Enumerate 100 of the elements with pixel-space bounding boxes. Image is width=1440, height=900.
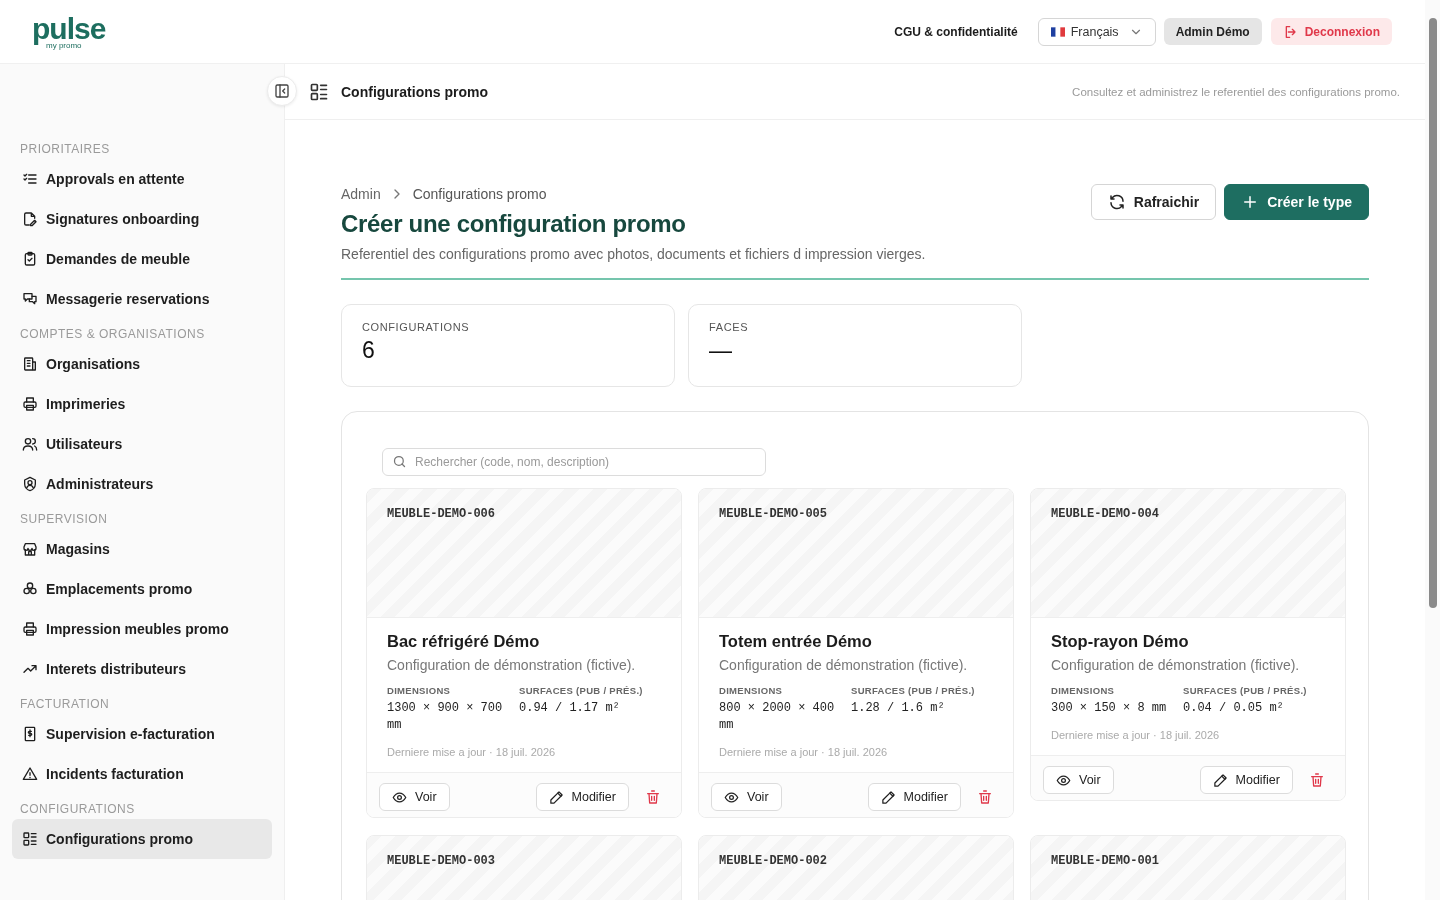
edit-button[interactable]: Modifier <box>535 783 629 811</box>
config-code: MEUBLE-DEMO-001 <box>1051 854 1160 868</box>
terms-link[interactable]: CGU & confidentialité <box>894 24 1018 39</box>
trash-icon <box>977 789 993 805</box>
store-icon <box>22 541 38 557</box>
grid-list-icon <box>309 81 329 102</box>
pencil-icon <box>1212 772 1228 788</box>
grid-list-icon <box>22 831 38 847</box>
clipboard-check-icon <box>22 251 38 267</box>
stat-value: — <box>709 337 733 364</box>
page-hint: Consultez et administrez le referentiel des configurations promo. <box>1072 85 1400 98</box>
spec-value: 800 × 2000 × 400 mm <box>719 700 836 734</box>
edit-button[interactable]: Modifier <box>1199 766 1293 794</box>
card-title: Totem entrée Démo <box>719 632 873 651</box>
sidebar-item[interactable]: Magasins <box>12 529 272 569</box>
updated-date: Derniere mise a jour · 18 juil. 2026 <box>387 746 557 758</box>
card-description: Configuration de démonstration (fictive). <box>1051 657 1301 673</box>
sidebar-item[interactable]: Supervision e-facturation <box>12 714 272 754</box>
sidebar-item[interactable]: Imprimeries <box>12 384 272 424</box>
eye-icon <box>1056 772 1071 788</box>
sidebar-collapse-icon <box>274 83 290 99</box>
view-button[interactable]: Voir <box>711 783 782 811</box>
sidebar-item[interactable]: Impression meubles promo <box>12 609 272 649</box>
card-title: Bac réfrigéré Démo <box>387 632 541 651</box>
card-title: Stop-rayon Démo <box>1051 632 1190 651</box>
sidebar-item[interactable]: Approvals en attente <box>12 159 272 199</box>
sidebar-item[interactable]: Administrateurs <box>12 464 272 504</box>
refresh-icon <box>1107 193 1126 211</box>
spec-value: 0.94 / 1.17 m² <box>519 700 621 717</box>
section-title: COMPTES & ORGANISATIONS <box>19 326 206 343</box>
card-description: Configuration de démonstration (fictive). <box>719 657 969 673</box>
updated-date: Derniere mise a jour · 18 juil. 2026 <box>1051 729 1221 741</box>
sidebar-item[interactable]: Utilisateurs <box>12 424 272 464</box>
sidebar-item[interactable]: Emplacements promo <box>12 569 272 609</box>
language-select[interactable]: Français <box>1037 17 1156 46</box>
sidebar-item[interactable]: Messagerie reservations <box>12 279 272 319</box>
breadcrumb-link[interactable]: Configurations promo <box>412 186 547 202</box>
page-heading: Configurations promo <box>341 83 488 100</box>
printer-icon <box>22 621 38 637</box>
sidebar-item[interactable]: Signatures onboarding <box>12 199 272 239</box>
config-code: MEUBLE-DEMO-004 <box>1051 507 1160 521</box>
spec-value: 0.04 / 0.05 m² <box>1183 700 1285 717</box>
view-button[interactable]: Voir <box>1043 766 1114 794</box>
config-code: MEUBLE-DEMO-006 <box>387 507 496 521</box>
config-code: MEUBLE-DEMO-002 <box>719 854 828 868</box>
sidebar-item[interactable]: Organisations <box>12 344 272 384</box>
logo: pulse my promo <box>32 13 106 50</box>
spec-value: 1300 × 900 × 700 mm <box>387 700 504 734</box>
eye-icon <box>392 789 407 805</box>
trash-icon <box>1309 772 1325 788</box>
spec-label: SURFACES (PUB / PRÉS.) <box>851 685 976 696</box>
card-description: Configuration de démonstration (fictive). <box>387 657 637 673</box>
updated-date: Derniere mise a jour · 18 juil. 2026 <box>719 746 889 758</box>
trash-icon <box>645 789 661 805</box>
building-icon <box>22 356 38 372</box>
page-subtitle: Referentiel des configurations promo avec photos, documents et fichiers d impression vierges. <box>341 246 926 262</box>
document-pen-icon <box>22 211 38 227</box>
spec-label: SURFACES (PUB / PRÉS.) <box>519 685 644 696</box>
spec-value: 300 × 150 × 8 mm <box>1051 700 1168 717</box>
user-button[interactable]: Admin Démo <box>1163 18 1262 45</box>
spec-value: 1.28 / 1.6 m² <box>851 700 946 717</box>
eye-icon <box>724 789 739 805</box>
circles-icon <box>22 581 38 597</box>
spec-label: SURFACES (PUB / PRÉS.) <box>1183 685 1308 696</box>
shield-user-icon <box>22 476 38 492</box>
sidebar-item[interactable]: Interets distributeurs <box>12 649 272 689</box>
warning-icon <box>22 766 38 782</box>
receipt-icon <box>22 726 38 742</box>
refresh-button[interactable]: Rafraichir <box>1090 184 1217 220</box>
users-icon <box>22 436 38 452</box>
config-code: MEUBLE-DEMO-005 <box>719 507 828 521</box>
chat-bubbles-icon <box>22 291 38 307</box>
spec-label: DIMENSIONS <box>719 685 784 696</box>
edit-button[interactable]: Modifier <box>867 783 961 811</box>
spec-label: DIMENSIONS <box>387 685 452 696</box>
section-title: CONFIGURATIONS <box>19 801 136 818</box>
pencil-icon <box>548 789 564 805</box>
printer-icon <box>22 396 38 412</box>
breadcrumb-link[interactable]: Admin <box>341 186 381 202</box>
sidebar-item[interactable]: Configurations promo <box>12 819 272 859</box>
config-code: MEUBLE-DEMO-003 <box>387 854 496 868</box>
spec-label: DIMENSIONS <box>1051 685 1116 696</box>
create-button[interactable]: Créer le type <box>1224 184 1369 220</box>
stat-label: CONFIGURATIONS <box>362 321 471 333</box>
sidebar-item[interactable]: Incidents facturation <box>12 754 272 794</box>
logout-button[interactable]: Deconnexion <box>1270 18 1392 45</box>
scrollbar-thumb[interactable] <box>1428 18 1437 608</box>
stat-value: 6 <box>362 337 376 364</box>
checklist-icon <box>22 171 38 187</box>
search-field[interactable]: Rechercher (code, nom, description) <box>382 448 766 476</box>
page-title: Créer une configuration promo <box>341 210 687 238</box>
stat-label: FACES <box>709 321 750 333</box>
sidebar-item[interactable]: Demandes de meuble <box>12 239 272 279</box>
flag-icon <box>1050 26 1065 37</box>
pencil-icon <box>880 789 896 805</box>
section-title: FACTURATION <box>19 696 111 713</box>
view-button[interactable]: Voir <box>379 783 450 811</box>
section-title: SUPERVISION <box>19 511 109 528</box>
scrollbar[interactable] <box>1425 0 1440 900</box>
section-title: PRIORITAIRES <box>19 141 111 158</box>
